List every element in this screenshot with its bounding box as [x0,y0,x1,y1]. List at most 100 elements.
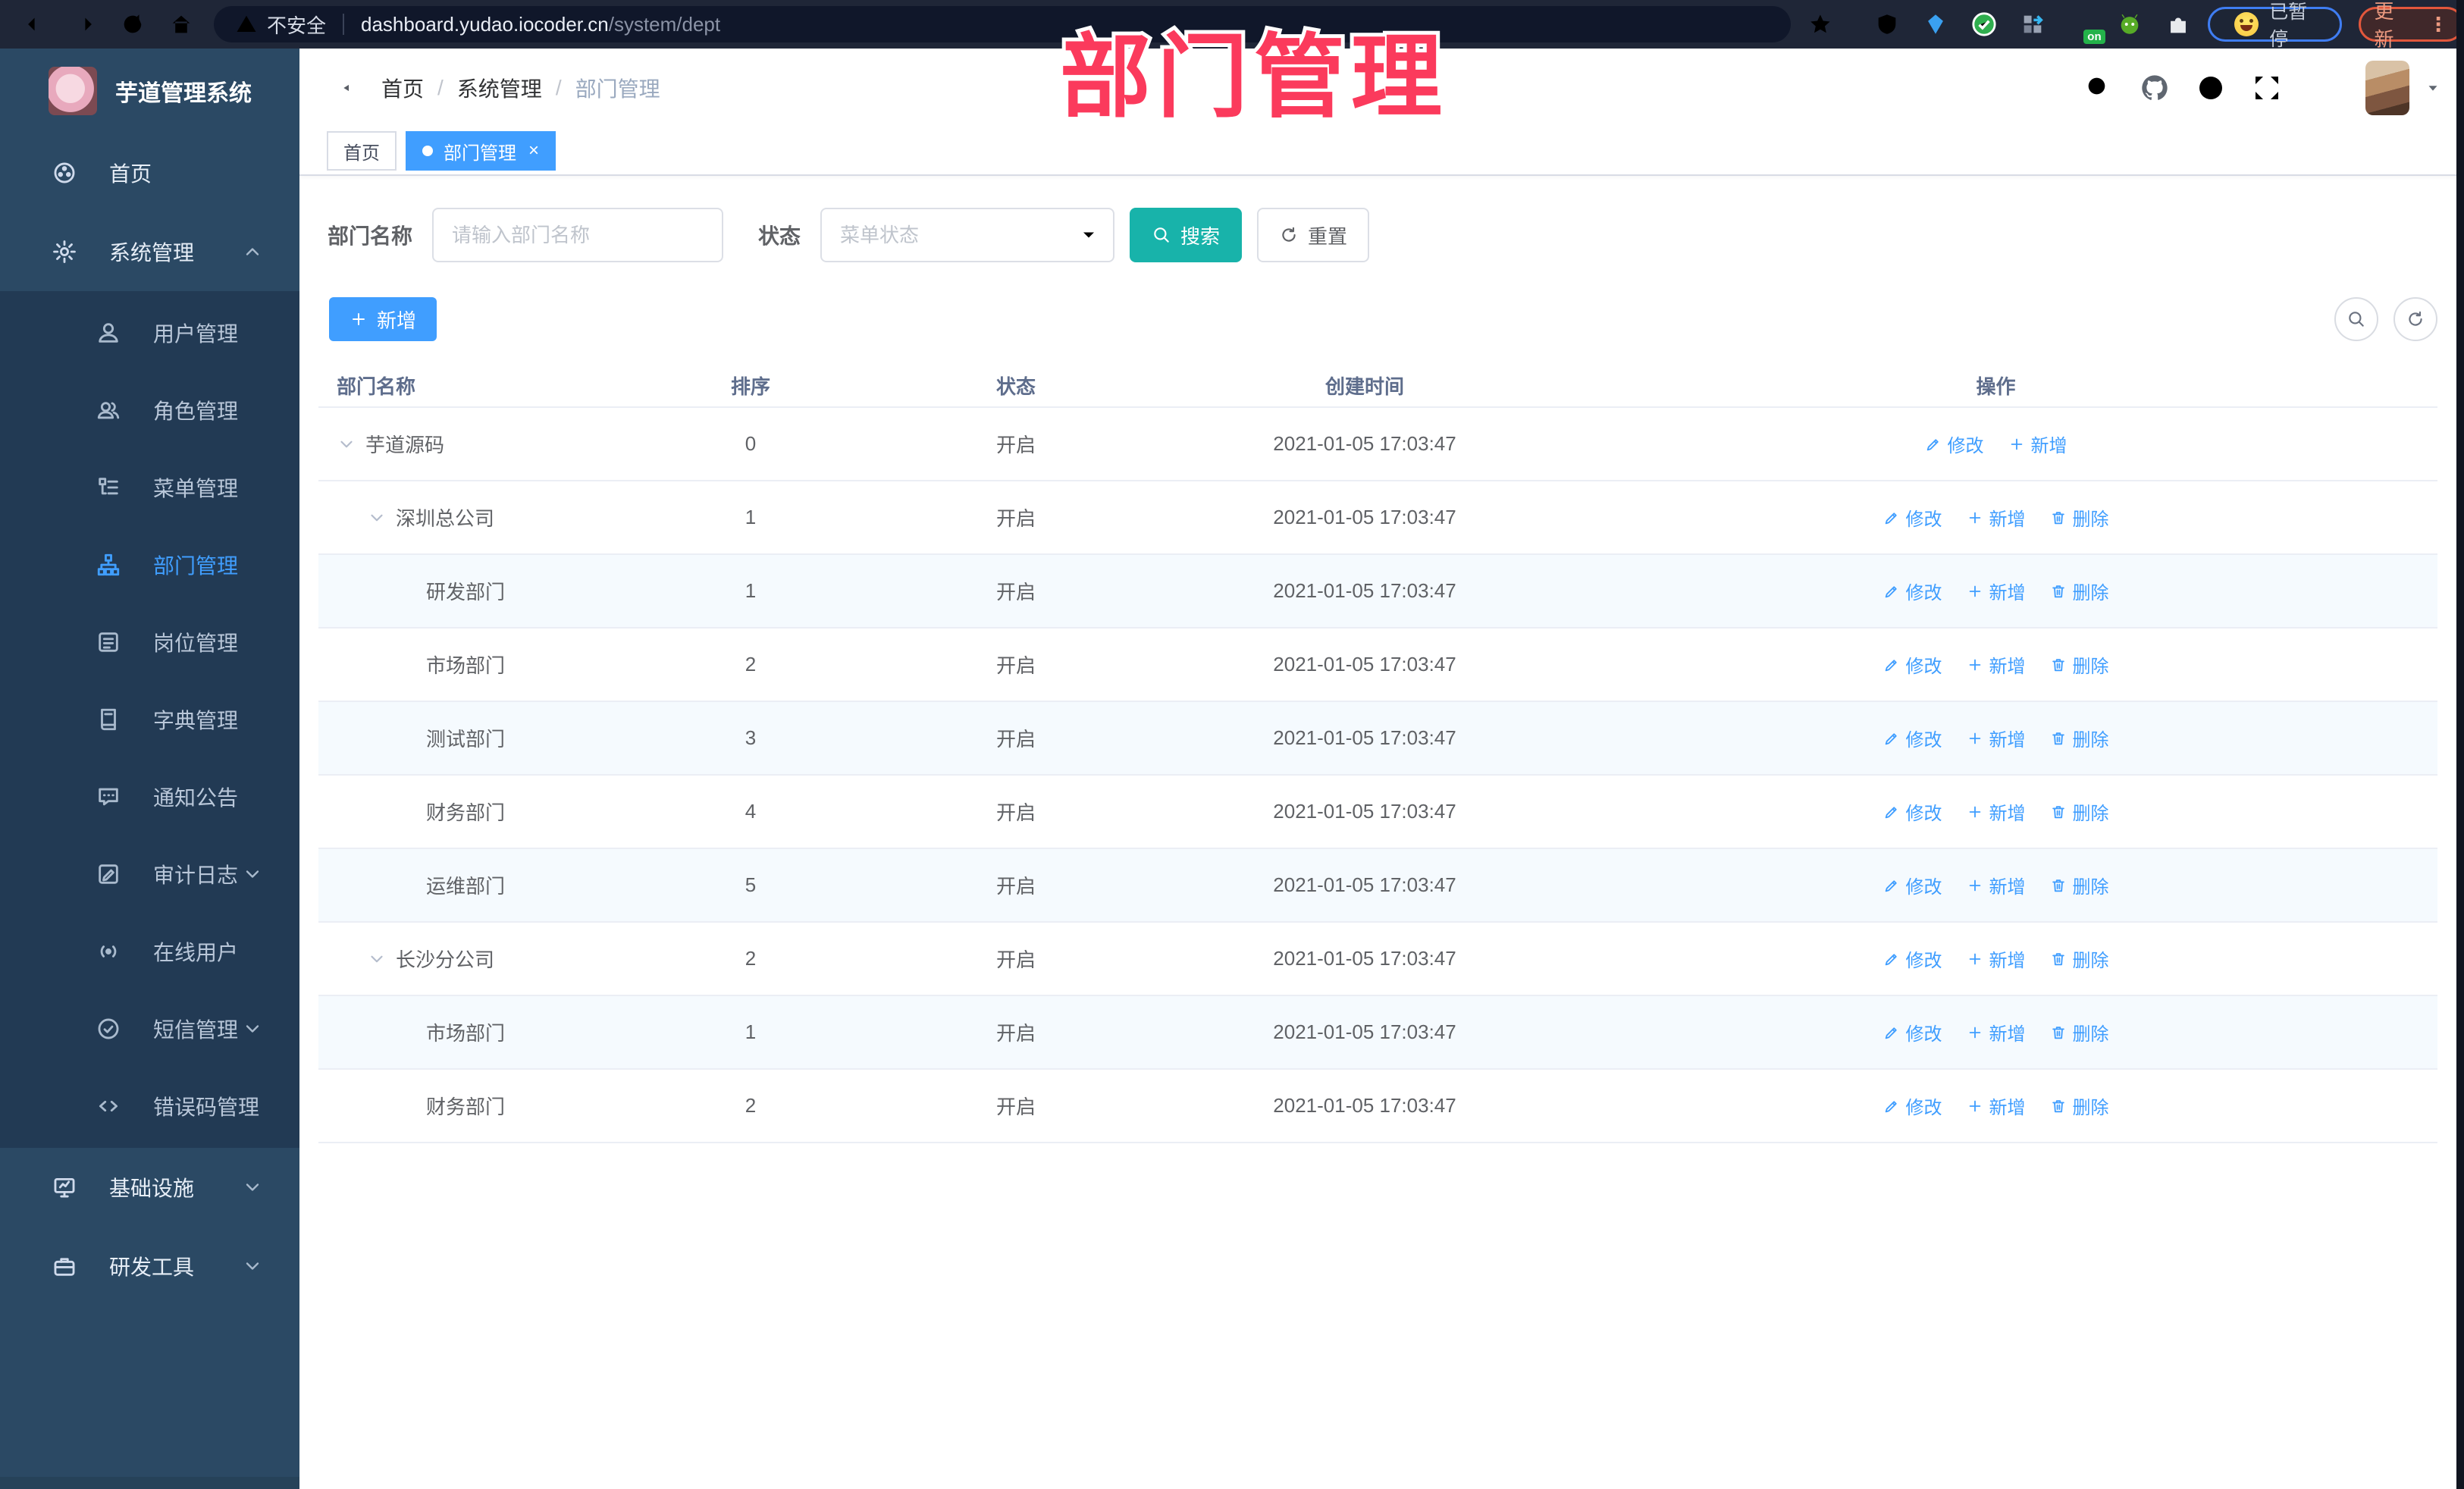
row-edit-link[interactable]: 修改 [1883,504,1942,531]
row-delete-link[interactable]: 删除 [2050,1092,2109,1119]
sidebar-collapse-bar[interactable] [0,1477,299,1489]
row-delete-link[interactable]: 删除 [2050,1019,2109,1045]
row-delete-link[interactable]: 删除 [2050,504,2109,531]
row-add-link[interactable]: 新增 [1967,872,2026,898]
sidebar-item-dev-tools[interactable]: 研发工具 [0,1227,299,1306]
row-add-link[interactable]: 新增 [1967,651,2026,678]
sidebar-item-label: 审计日志 [153,864,239,887]
sidebar-item-sms[interactable]: 短信管理 [0,990,299,1067]
row-add-link[interactable]: 新增 [1967,945,2026,972]
sidebar-item-users[interactable]: 用户管理 [0,294,299,371]
caret-down-icon[interactable] [2425,80,2441,96]
plus-icon [352,313,365,325]
row-delete-link[interactable]: 删除 [2050,725,2109,751]
browser-menu-icon[interactable]: ⋮ [2428,14,2448,34]
row-edit-link[interactable]: 修改 [1883,578,1942,604]
paused-profile-chip[interactable]: 已暂停 [2208,2,2342,50]
bookmark-star-icon[interactable] [1807,11,1833,37]
active-tab-dot [422,146,433,156]
avatar[interactable] [2365,61,2409,115]
back-icon[interactable] [23,11,49,37]
paused-label: 已暂停 [2269,2,2308,50]
status-cell: 开启 [995,801,1036,824]
row-add-link[interactable]: 新增 [1967,798,2026,825]
home-icon[interactable] [168,11,194,37]
expand-row-icon[interactable] [337,434,356,454]
search-icon[interactable] [2083,73,2114,103]
tab-首页[interactable]: 首页 [327,131,397,171]
sidebar-item-dicts[interactable]: 字典管理 [0,681,299,758]
robot-extension-icon[interactable] [2117,11,2143,37]
sidebar-item-home[interactable]: 首页 [0,133,299,212]
puzzle-extension-icon[interactable] [2165,11,2191,37]
shield-extension-icon[interactable] [1874,11,1900,37]
trash-icon [2052,585,2064,597]
forward-icon[interactable] [71,11,97,37]
row-delete-link[interactable]: 删除 [2050,798,2109,825]
row-delete-link[interactable]: 删除 [2050,651,2109,678]
refresh-table-button[interactable] [2393,297,2437,341]
edit-pen [1885,659,1897,671]
breadcrumb-item[interactable]: 系统管理 [457,73,542,103]
github-icon[interactable] [2140,73,2170,103]
row-edit-link[interactable]: 修改 [1883,725,1942,751]
status-select[interactable] [820,208,1115,262]
plus-icon [1969,953,1980,964]
row-add-link[interactable]: 新增 [1967,1019,2026,1045]
tab-部门管理[interactable]: 部门管理 × [406,131,556,171]
search-button[interactable]: 搜索 [1130,208,1243,262]
column-header: 部门名称 [337,375,416,398]
grid-extension-icon[interactable] [2020,11,2045,37]
help-icon[interactable] [2196,73,2226,103]
chevron-up [246,248,259,255]
update-browser-button[interactable]: 更新 ⋮ [2358,0,2464,51]
sidebar-item-error-codes[interactable]: 错误码管理 [0,1067,299,1145]
gem-extension-icon[interactable] [1923,11,1948,37]
proxy-extension-icon[interactable]: on [2045,10,2105,44]
sidebar-item-roles[interactable]: 角色管理 [0,371,299,449]
fullscreen-icon[interactable] [2252,73,2282,103]
sidebar-item-audit-logs[interactable]: 审计日志 [0,835,299,913]
org-tree-icon [97,553,120,576]
row-add-link[interactable]: 新增 [1967,725,2026,751]
row-edit-link[interactable]: 修改 [1883,872,1942,898]
address-bar[interactable]: 不安全 dashboard.yudao.iocoder.cn/system/de… [214,6,1792,42]
reset-button[interactable]: 重置 [1257,208,1370,262]
row-edit-link[interactable]: 修改 [1883,798,1942,825]
reload-icon[interactable] [120,11,146,37]
row-add-link[interactable]: 新增 [1967,1092,2026,1119]
row-edit-link[interactable]: 修改 [1925,431,1984,457]
add-button[interactable]: 新增 [329,297,437,341]
close-tab-icon[interactable]: × [528,140,539,161]
toggle-search-button[interactable] [2334,297,2378,341]
row-edit-link[interactable]: 修改 [1883,1019,1942,1045]
font-size-icon[interactable] [2308,73,2338,103]
row-delete-link[interactable]: 删除 [2050,872,2109,898]
url-host: dashboard.yudao.iocoder.cn [361,12,609,36]
row-delete-link[interactable]: 删除 [2050,945,2109,972]
sidebar-item-infrastructure[interactable]: 基础设施 [0,1148,299,1227]
row-edit-link[interactable]: 修改 [1883,651,1942,678]
row-add-link[interactable]: 新增 [1967,578,2026,604]
plus-icon [1969,1100,1980,1111]
row-delete-link[interactable]: 删除 [2050,578,2109,604]
row-add-link[interactable]: 新增 [1967,504,2026,531]
expand-row-icon[interactable] [367,949,387,969]
row-edit-link[interactable]: 修改 [1883,945,1942,972]
sidebar-item-menus[interactable]: 菜单管理 [0,449,299,526]
check-extension-icon[interactable] [1971,11,1997,37]
edit-pen [1885,879,1897,892]
breadcrumb-item[interactable]: 首页 [381,73,424,103]
hamburger-icon[interactable] [322,73,353,103]
dept-name-input[interactable] [432,208,724,262]
update-label: 更新 [2374,0,2394,51]
sidebar-item-depts[interactable]: 部门管理 [0,526,299,603]
sidebar-item-system[interactable]: 系统管理 [0,212,299,291]
sidebar-item-online-users[interactable]: 在线用户 [0,913,299,990]
sidebar-logo-row[interactable]: 芋道管理系统 [0,49,299,133]
sidebar-item-notices[interactable]: 通知公告 [0,758,299,835]
row-add-link[interactable]: 新增 [2008,431,2067,457]
expand-row-icon[interactable] [367,508,387,528]
sidebar-item-posts[interactable]: 岗位管理 [0,603,299,681]
row-edit-link[interactable]: 修改 [1883,1092,1942,1119]
